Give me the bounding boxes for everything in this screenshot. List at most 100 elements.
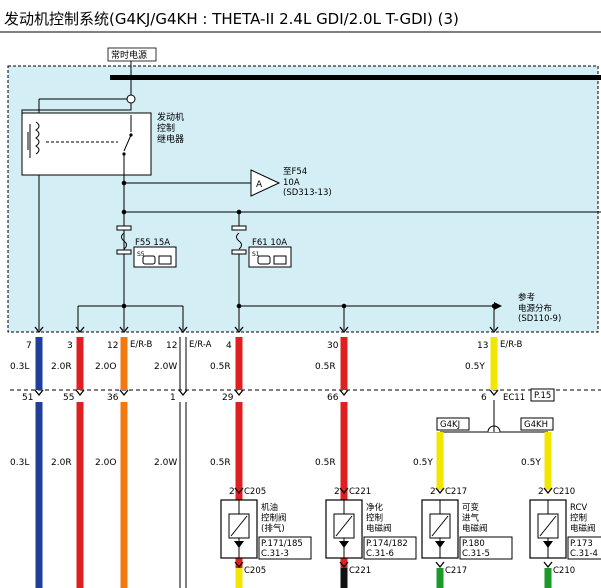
comp-3-name-0: RCV bbox=[570, 503, 587, 513]
wire-3-spec-top: 2.0W bbox=[154, 362, 177, 372]
wire-0-pin-mid: 51 bbox=[22, 393, 33, 403]
comp-3-lower-wire bbox=[544, 568, 552, 588]
wire-0-spec-bot: 0.3L bbox=[10, 458, 29, 468]
comp-3-bottom-chevron bbox=[543, 561, 553, 569]
harness-er-b-left: E/R-B bbox=[130, 340, 153, 350]
wire-1-pin-mid: 55 bbox=[63, 393, 74, 403]
comp-0-bottom-connector: C205 bbox=[244, 566, 266, 576]
wire-3-spec-bot: 2.0W bbox=[154, 458, 177, 468]
comp-0-pin: 2 bbox=[229, 487, 235, 497]
comp-2-sub: C.31-5 bbox=[462, 549, 490, 559]
wire-4-lower bbox=[235, 402, 243, 588]
wire-1-mid-chevron bbox=[75, 389, 85, 397]
comp-2-bottom-connector: C217 bbox=[445, 566, 467, 576]
wire-4-spec-bot: 0.5R bbox=[210, 458, 231, 468]
wire-6-lower-left bbox=[436, 432, 444, 490]
wire-6-spec-bot-left: 0.5Y bbox=[413, 458, 433, 468]
comp-3-name-1: 控制 bbox=[570, 513, 587, 524]
comp-2-name-0: 可变 bbox=[462, 502, 480, 513]
comp-2-connector: C217 bbox=[445, 487, 467, 497]
comp-1-name-2: 电磁阀 bbox=[366, 523, 392, 534]
wire-2-spec-top: 2.0O bbox=[95, 362, 116, 372]
wire-4-mid-chevron bbox=[234, 389, 244, 397]
comp-2-bottom-chevron bbox=[435, 561, 445, 569]
comp-2-name-2: 电磁阀 bbox=[462, 523, 488, 534]
comp-0-name-1: 控制阀 bbox=[261, 513, 287, 524]
wire-1-upper bbox=[76, 337, 84, 390]
components-layer: 2 C205 机油控制阀(排气) P.171/185C.31-3 C205 2 C221 净化… bbox=[220, 487, 601, 588]
comp-3-bottom-connector: C210 bbox=[553, 566, 575, 576]
harness-er-b-right: E/R-B bbox=[500, 340, 523, 350]
wire-4-pin-top: 4 bbox=[226, 341, 232, 351]
wire-0-pin-top: 7 bbox=[26, 341, 32, 351]
wire-2-pin-mid: 36 bbox=[107, 393, 119, 403]
wire-0-mid-chevron bbox=[34, 389, 44, 397]
ec11-page: P.15 bbox=[534, 391, 551, 401]
ref-dist-ref: (SD110-9) bbox=[518, 314, 561, 324]
wire-6-spec-bot-right: 0.5Y bbox=[521, 458, 541, 468]
connector-a-symbol: A bbox=[256, 180, 263, 190]
comp-2-pin: 2 bbox=[430, 487, 436, 497]
comp-1-page: P.174/182 bbox=[366, 539, 408, 549]
comp-2-name-1: 进气 bbox=[462, 513, 480, 524]
wire-4-upper bbox=[235, 337, 243, 390]
wire-0-lower bbox=[35, 402, 43, 588]
wire-2-pin-top: 12 bbox=[107, 341, 118, 351]
wire-0-spec-top: 0.3L bbox=[10, 362, 29, 372]
wire-2-upper bbox=[120, 337, 128, 390]
wire-5-upper bbox=[340, 337, 348, 390]
connector-a-to: 至F54 bbox=[283, 167, 307, 177]
wiring-diagram: 发动机控制系统(G4KJ/G4KH : THETA-II 2.4L GDI/2.… bbox=[0, 10, 601, 588]
wire-5-pin-mid: 66 bbox=[327, 393, 339, 403]
comp-1-bottom-connector: C221 bbox=[349, 566, 371, 576]
comp-1-pin: 2 bbox=[334, 487, 340, 497]
variant-g4kj: G4KJ bbox=[440, 420, 460, 430]
wire-1-lower bbox=[76, 402, 84, 588]
wire-5-lower bbox=[340, 402, 348, 588]
comp-3-name-2: 电磁阀 bbox=[570, 523, 596, 534]
wire-6-mid-chevron bbox=[489, 389, 499, 397]
power-bus bbox=[110, 75, 601, 80]
connector-a-rating: 10A bbox=[283, 178, 300, 188]
comp-3-connector: C210 bbox=[553, 487, 575, 497]
comp-0-lower-wire bbox=[235, 568, 243, 588]
wire-5-mid-chevron bbox=[339, 389, 349, 397]
wire-6-spec-top: 0.5Y bbox=[465, 362, 485, 372]
comp-0-name-0: 机油 bbox=[261, 502, 278, 513]
engine-room-box bbox=[7, 65, 599, 333]
relay-label-2: 控制 bbox=[157, 122, 175, 134]
wire-4-pin-mid: 29 bbox=[222, 393, 234, 403]
power-label: 常时电源 bbox=[111, 49, 147, 61]
wire-1-spec-bot: 2.0R bbox=[51, 458, 72, 468]
diagram-title: 发动机控制系统(G4KJ/G4KH : THETA-II 2.4L GDI/2.… bbox=[4, 10, 459, 28]
wire-5-pin-top: 30 bbox=[327, 341, 339, 351]
comp-2-lower-wire bbox=[436, 568, 444, 588]
comp-1-sub: C.31-6 bbox=[366, 549, 394, 559]
wire-6-lower-right bbox=[544, 432, 552, 490]
wire-2-spec-bot: 2.0O bbox=[95, 458, 116, 468]
comp-1-name-1: 控制 bbox=[366, 513, 383, 524]
comp-3-pin: 2 bbox=[538, 487, 544, 497]
relay-node bbox=[126, 94, 136, 104]
wire-6-upper bbox=[490, 337, 498, 390]
wire-5-spec-bot: 0.5R bbox=[315, 458, 336, 468]
comp-2-page: P.180 bbox=[462, 539, 485, 549]
ref-dist-line2: 电源分布 bbox=[518, 303, 552, 314]
wire-6-pin-mid: 6 bbox=[481, 393, 487, 403]
wire-0-upper bbox=[35, 337, 43, 390]
comp-1-name-0: 净化 bbox=[366, 502, 384, 513]
relay-box bbox=[21, 112, 152, 176]
wire-5-spec-top: 0.5R bbox=[315, 362, 336, 372]
wire-6-pin-top: 13 bbox=[477, 341, 488, 351]
comp-0-sub: C.31-3 bbox=[261, 549, 289, 559]
harness-er-a: E/R-A bbox=[189, 340, 212, 350]
wire-3-mid-chevron bbox=[178, 389, 188, 397]
connector-a-ref: (SD313-13) bbox=[283, 188, 332, 198]
wire-1-spec-top: 2.0R bbox=[51, 362, 72, 372]
comp-1-connector: C221 bbox=[349, 487, 371, 497]
comp-0-name-2: (排气) bbox=[261, 523, 285, 534]
comp-1-lower-wire bbox=[340, 568, 348, 588]
comp-3-sub: C.31-4 bbox=[570, 549, 598, 559]
variant-g4kh: G4KH bbox=[524, 420, 548, 430]
wire-1-pin-top: 3 bbox=[67, 341, 73, 351]
